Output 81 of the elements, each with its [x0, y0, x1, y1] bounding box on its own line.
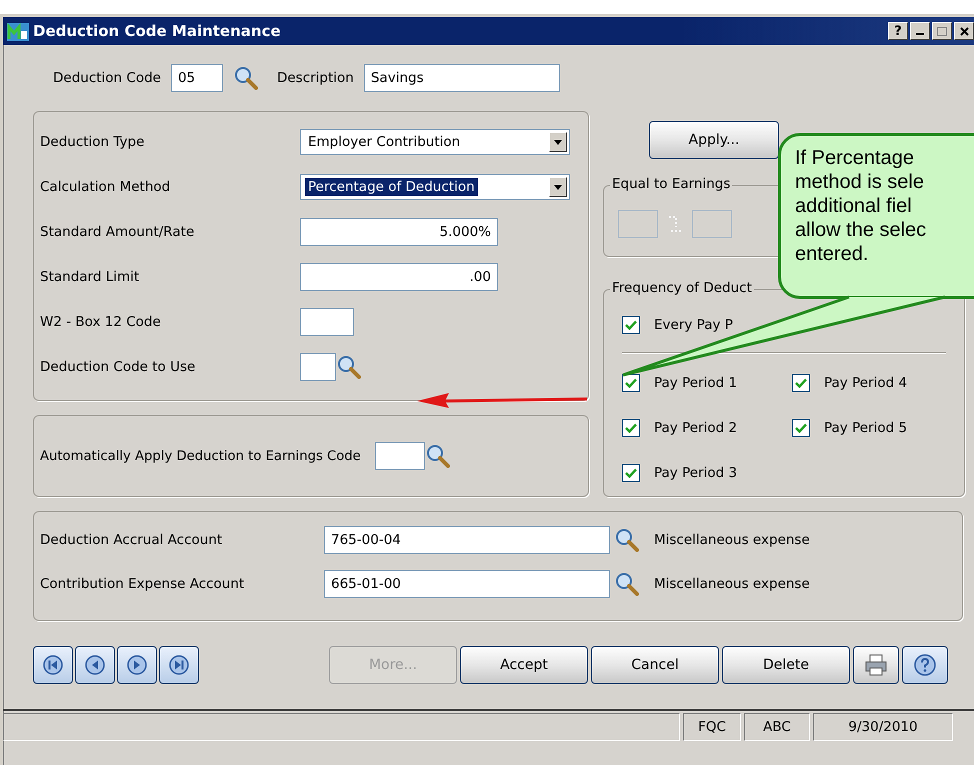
input-field: [692, 210, 732, 238]
input-field[interactable]: .00: [300, 263, 498, 291]
dropdown-arrow-icon: [554, 140, 562, 144]
field-label: Deduction Type: [40, 134, 146, 150]
navigation-button[interactable]: [33, 646, 73, 684]
printer-icon: [864, 654, 888, 676]
action-button[interactable]: Delete: [722, 646, 850, 684]
next-record-icon: [126, 654, 148, 676]
checkbox-label: Pay Period 3: [654, 465, 738, 481]
checkbox[interactable]: [622, 419, 640, 437]
dropdown-arrow-icon: [554, 184, 562, 190]
minimize-icon: [916, 33, 924, 35]
dropdown[interactable]: Percentage of Deduction: [300, 174, 570, 200]
checkmark-icon: [795, 423, 807, 433]
checkbox-label: Every Pay P: [654, 317, 733, 333]
input-field[interactable]: 5.000%: [300, 218, 498, 246]
field-label: Calculation Method: [40, 179, 172, 195]
checkmark-icon: [625, 423, 637, 433]
navigation-button[interactable]: [159, 646, 199, 684]
checkmark-icon: [625, 468, 637, 478]
help-icon: [913, 653, 937, 677]
previous-record-icon: [84, 654, 106, 676]
input-field[interactable]: [300, 353, 336, 381]
callout-text: entered.: [795, 242, 870, 266]
field-label: Contribution Expense Account: [40, 576, 246, 592]
checkbox-label: Pay Period 5: [824, 420, 908, 436]
checkmark-icon: [625, 378, 637, 388]
input-field[interactable]: 765-00-04: [324, 526, 610, 554]
checkbox[interactable]: [622, 316, 640, 334]
checkbox-label: Pay Period 1: [654, 375, 738, 391]
maximize-icon: [937, 26, 947, 36]
navigation-button[interactable]: [75, 646, 115, 684]
maximize-button[interactable]: [932, 22, 952, 40]
input-field[interactable]: 05: [170, 64, 223, 92]
action-button[interactable]: Accept: [460, 646, 588, 684]
account-description: Miscellaneous expense: [654, 532, 810, 548]
field-label: Automatically Apply Deduction to Earnings Code: [40, 448, 361, 464]
help-button[interactable]: [902, 646, 948, 684]
checkmark-icon: [625, 320, 637, 330]
field-label: Standard Limit: [40, 269, 140, 285]
input-field[interactable]: [374, 442, 425, 470]
callout-text: method is sele: [795, 170, 925, 194]
group-title: Frequency of Deduct: [610, 280, 754, 296]
first-record-icon: [42, 654, 64, 676]
dropdown[interactable]: Employer Contribution: [300, 129, 570, 155]
callout-text: additional fiel: [795, 194, 913, 218]
checkmark-icon: [795, 378, 807, 388]
apply-button[interactable]: Apply...: [649, 121, 779, 159]
account-description: Miscellaneous expense: [654, 576, 810, 592]
input-field[interactable]: 665-01-00: [324, 570, 610, 598]
app-icon: [7, 21, 29, 41]
field-label: Standard Amount/Rate: [40, 224, 196, 240]
checkbox-label: Pay Period 2: [654, 420, 738, 436]
checkbox[interactable]: [792, 419, 810, 437]
navigation-button[interactable]: [117, 646, 157, 684]
field-label: Deduction Code: [53, 70, 161, 86]
input-field[interactable]: Savings: [364, 64, 560, 92]
checkbox[interactable]: [792, 374, 810, 392]
status-panel: FQC: [683, 713, 741, 741]
checkbox[interactable]: [622, 374, 640, 392]
field-label: W2 - Box 12 Code: [40, 314, 162, 330]
field-label: Description: [276, 70, 354, 86]
callout-text: allow the selec: [795, 218, 928, 242]
print-button[interactable]: [853, 646, 899, 684]
field-label: Deduction Code to Use: [40, 359, 196, 375]
input-field[interactable]: [300, 308, 354, 336]
input-field: [618, 210, 658, 238]
callout-text: If Percentage: [795, 146, 915, 170]
checkbox-label: Pay Period 4: [824, 375, 908, 391]
status-panel: 9/30/2010: [813, 713, 953, 741]
action-button[interactable]: Cancel: [591, 646, 719, 684]
status-panel: ABC: [744, 713, 810, 741]
group-title: Equal to Earnings: [610, 176, 732, 192]
last-record-icon: [168, 654, 190, 676]
minimize-button[interactable]: [910, 22, 930, 40]
field-label: Deduction Accrual Account: [40, 532, 224, 548]
help-button[interactable]: ?: [888, 22, 908, 40]
close-icon: [960, 26, 968, 36]
checkbox[interactable]: [622, 464, 640, 482]
window-title: Deduction Code Maintenance: [33, 22, 282, 40]
close-button[interactable]: [954, 22, 974, 40]
